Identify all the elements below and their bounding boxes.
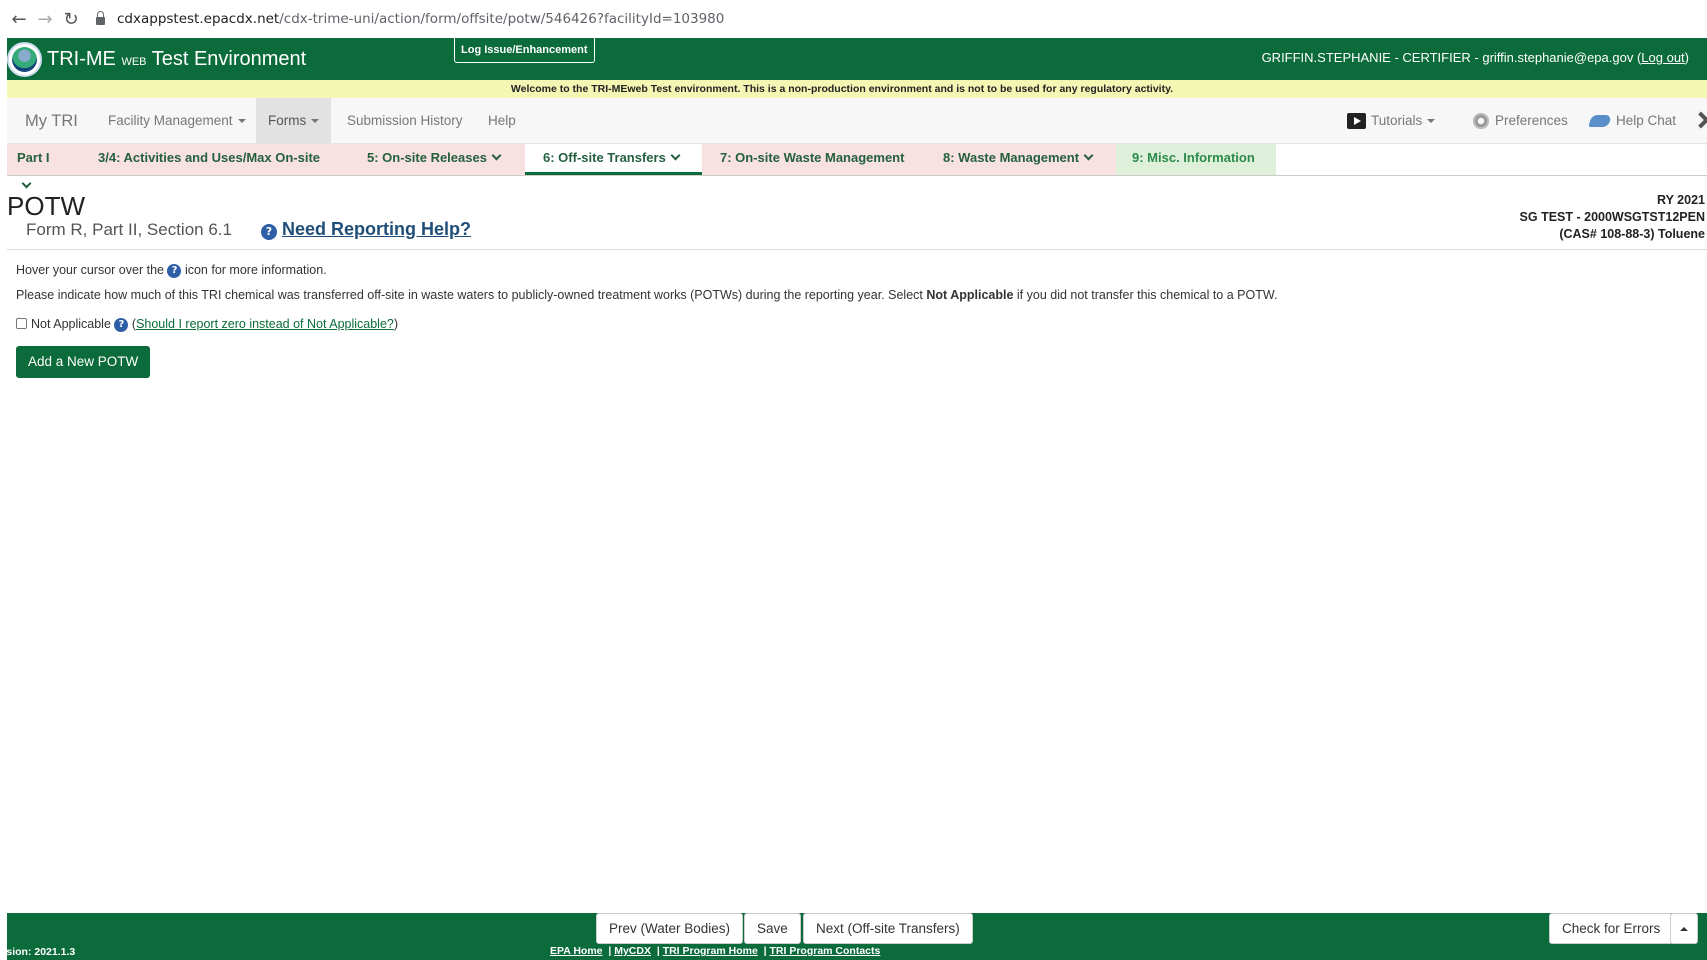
save-button[interactable]: Save <box>744 913 801 944</box>
tab-label: 8: Waste Management <box>943 150 1080 165</box>
tab-label: 6: Off-site Transfers <box>543 150 666 165</box>
help-icon[interactable]: ? <box>114 317 129 332</box>
hover-hint-text-end: icon for more information. <box>184 263 327 277</box>
prev-button[interactable]: Prev (Water Bodies) <box>596 913 744 944</box>
app-header: TRI-ME WEB Test Environment Log Issue/En… <box>7 38 1707 80</box>
tab-part-1[interactable]: Part I <box>7 144 68 189</box>
epa-home-link[interactable]: EPA Home <box>550 945 603 957</box>
instruction-text: Please indicate how much of this TRI che… <box>16 288 923 302</box>
reporting-year: RY 2021 <box>1657 193 1705 207</box>
address-bar[interactable]: cdxappstest.epacdx.net/cdx-trime-uni/act… <box>96 5 724 33</box>
app-title-env: Test Environment <box>151 48 307 70</box>
form-section-subtitle: Form R, Part II, Section 6.1 <box>26 220 232 239</box>
submission-history-link[interactable]: Submission History <box>335 98 475 144</box>
footer-links: EPA Home | MyCDX | TRI Program Home | TR… <box>550 945 881 957</box>
tab-on-site-waste-management[interactable]: 7: On-site Waste Management <box>702 144 926 175</box>
forms-menu[interactable]: Forms <box>256 98 332 144</box>
lock-icon <box>96 11 105 25</box>
test-environment-banner: Welcome to the TRI-MEweb Test environmen… <box>7 80 1707 98</box>
chevron-down-icon <box>670 150 681 161</box>
app-title: TRI-ME WEB Test Environment <box>47 48 306 71</box>
tab-activities-uses[interactable]: 3/4: Activities and Uses/Max On-site <box>68 144 350 175</box>
tab-on-site-releases[interactable]: 5: On-site Releases <box>350 144 525 175</box>
app-title-main: TRI-ME <box>47 48 116 70</box>
url-path: /cdx-trime-uni/action/form/offsite/potw/… <box>279 11 725 27</box>
page-title: POTW <box>7 191 85 221</box>
instructions: Please indicate how much of this TRI che… <box>16 288 1277 302</box>
section-tabs: Part I 3/4: Activities and Uses/Max On-s… <box>7 144 1707 189</box>
scroll-top-button[interactable] <box>1670 913 1698 944</box>
help-chat-label: Help Chat <box>1616 113 1677 128</box>
caret-down-icon <box>1427 119 1436 124</box>
tutorials-label: Tutorials <box>1371 113 1423 128</box>
paren-close: ) <box>393 317 399 331</box>
user-text-close: ) <box>1684 50 1689 65</box>
not-applicable-row: Not Applicable ? (Should I report zero i… <box>16 317 398 332</box>
need-reporting-help-link[interactable]: Need Reporting Help? <box>282 219 471 240</box>
forms-label: Forms <box>268 113 307 128</box>
not-applicable-checkbox[interactable] <box>16 318 27 329</box>
back-icon[interactable]: ← <box>6 9 32 30</box>
facility-name: SG TEST - 2000WSGTST12PEN <box>1519 210 1705 224</box>
tab-misc-information[interactable]: 9: Misc. Information <box>1116 144 1276 175</box>
help-link[interactable]: Help <box>476 98 528 144</box>
help-icon[interactable]: ? <box>261 224 277 240</box>
chat-icon <box>1588 115 1612 128</box>
reload-icon[interactable]: ↻ <box>58 9 84 30</box>
tab-waste-management[interactable]: 8: Waste Management <box>926 144 1116 175</box>
tri-program-home-link[interactable]: TRI Program Home <box>663 945 758 957</box>
tab-label: 5: On-site Releases <box>367 150 487 165</box>
not-applicable-label[interactable]: Not Applicable <box>31 317 111 331</box>
instruction-text-end: if you did not transfer this chemical to… <box>1016 288 1278 302</box>
chemical-name: (CAS# 108-88-3) Toluene <box>1559 227 1705 241</box>
version-label: Version: 2021.1.3 <box>0 946 76 958</box>
url-host: cdxappstest.epacdx.net <box>117 11 280 27</box>
epa-logo <box>7 42 42 77</box>
next-button[interactable]: Next (Off-site Transfers) <box>803 913 973 944</box>
help-icon: ? <box>167 263 182 278</box>
gear-icon <box>1473 113 1489 130</box>
browser-toolbar: ← → ↻ cdxappstest.epacdx.net/cdx-trime-u… <box>0 0 1707 38</box>
log-issue-button[interactable]: Log Issue/Enhancement <box>454 38 595 63</box>
chevron-down-icon <box>21 178 32 189</box>
my-tri-link[interactable]: My TRI <box>13 98 90 144</box>
caret-down-icon <box>237 119 246 124</box>
user-info: GRIFFIN.STEPHANIE - CERTIFIER - griffin.… <box>1262 50 1689 65</box>
main-menu: My TRI Facility Management Forms Submiss… <box>7 98 1707 144</box>
hover-hint: Hover your cursor over the ? icon for mo… <box>16 263 327 278</box>
chevron-right-icon[interactable] <box>1692 111 1707 129</box>
caret-down-icon <box>311 119 320 124</box>
add-new-potw-button[interactable]: Add a New POTW <box>16 346 151 378</box>
video-play-icon <box>1347 113 1366 130</box>
caret-up-icon <box>1680 927 1688 932</box>
chevron-down-icon <box>491 150 502 161</box>
tri-program-contacts-link[interactable]: TRI Program Contacts <box>770 945 881 957</box>
preferences-link[interactable]: Preferences <box>1473 98 1568 144</box>
tab-off-site-transfers[interactable]: 6: Off-site Transfers <box>525 144 702 175</box>
help-chat-link[interactable]: Help Chat <box>1588 98 1677 144</box>
chevron-down-icon <box>1083 150 1094 161</box>
facility-management-menu[interactable]: Facility Management <box>96 98 258 144</box>
report-info: RY 2021 SG TEST - 2000WSGTST12PEN (CAS# … <box>1520 192 1705 243</box>
logout-link[interactable]: Log out <box>1641 50 1684 65</box>
forward-icon[interactable]: → <box>32 9 58 30</box>
check-for-errors-button[interactable]: Check for Errors <box>1549 913 1674 944</box>
instruction-bold: Not Applicable <box>926 288 1014 302</box>
facility-management-label: Facility Management <box>108 113 233 128</box>
tab-label: Part I <box>17 150 50 165</box>
divider <box>7 249 1707 250</box>
report-zero-help-link[interactable]: Should I report zero instead of Not Appl… <box>136 317 394 331</box>
hover-hint-text: Hover your cursor over the <box>16 263 164 277</box>
app-title-web: WEB <box>121 56 147 68</box>
tutorials-menu[interactable]: Tutorials <box>1347 98 1436 144</box>
preferences-label: Preferences <box>1495 113 1568 128</box>
user-text: GRIFFIN.STEPHANIE - CERTIFIER - griffin.… <box>1261 50 1642 65</box>
mycdx-link[interactable]: MyCDX <box>614 945 651 957</box>
